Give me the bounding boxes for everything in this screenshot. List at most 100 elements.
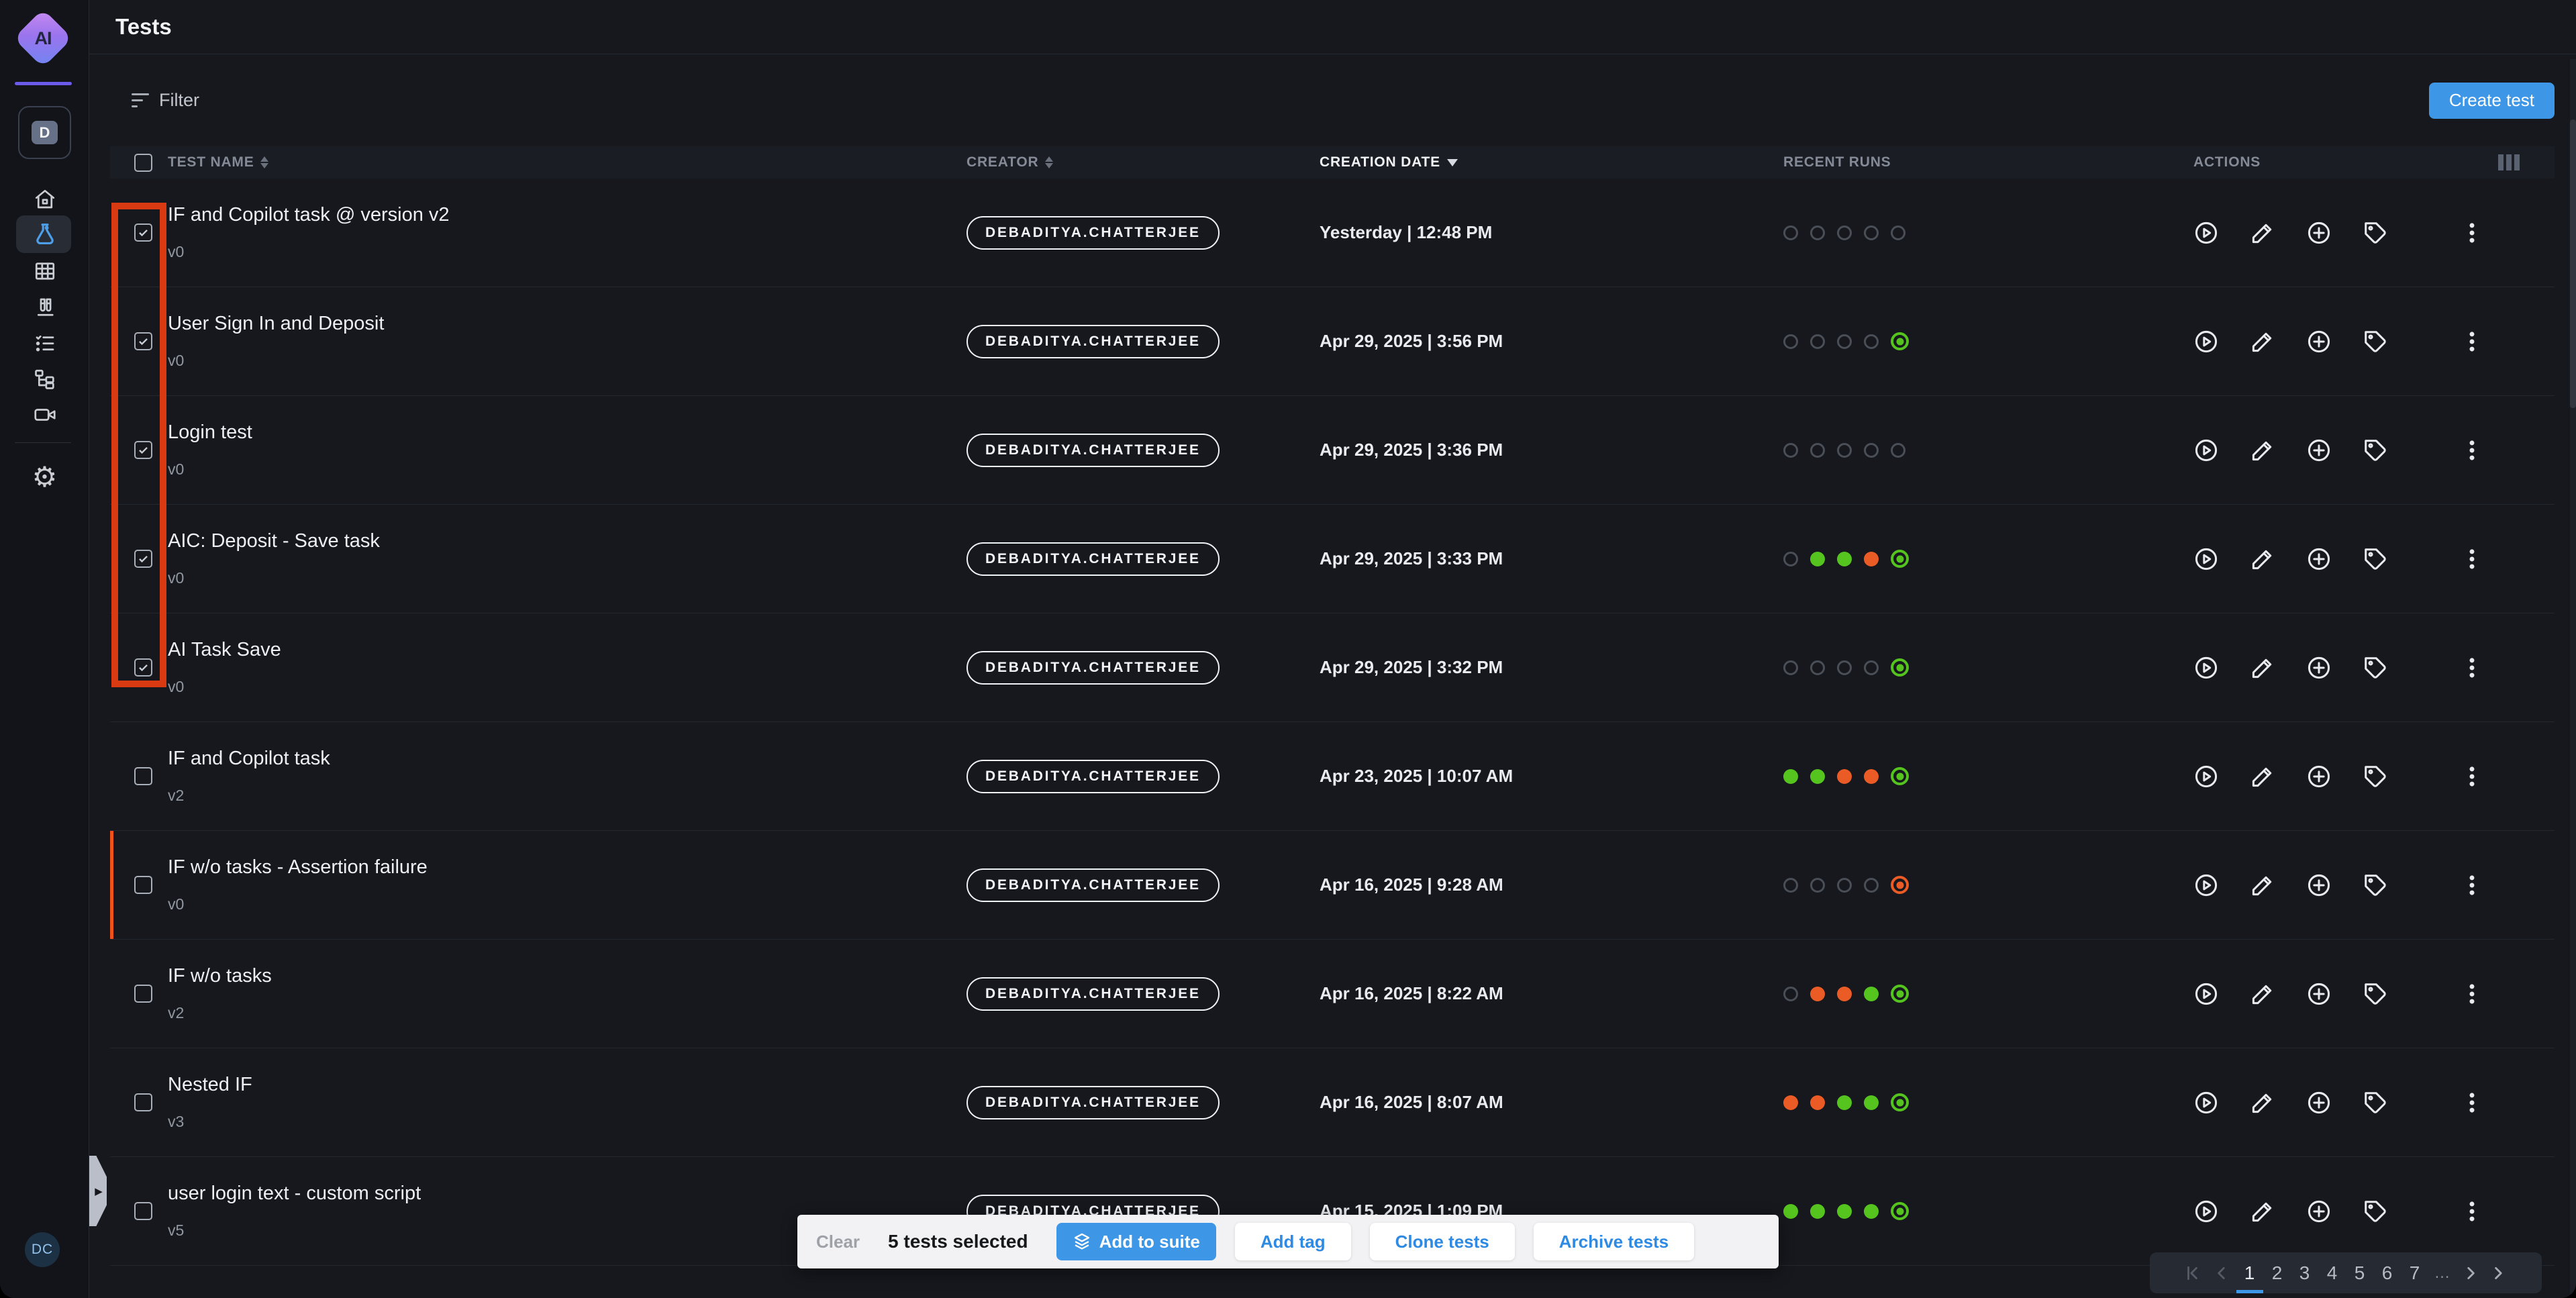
tag-row-button[interactable] [2363, 981, 2388, 1007]
row-checkbox[interactable] [134, 876, 152, 894]
edit-test-button[interactable] [2250, 981, 2275, 1007]
add-to-suite-row-button[interactable] [2306, 438, 2332, 463]
row-checkbox[interactable] [134, 223, 152, 242]
column-header-creator[interactable]: CREATOR [967, 154, 1302, 170]
add-to-suite-row-button[interactable] [2306, 1199, 2332, 1224]
test-name[interactable]: IF and Copilot task @ version v2 [168, 204, 967, 226]
pagination-first-button[interactable] [2183, 1252, 2203, 1293]
sidebar-item-home[interactable] [0, 185, 89, 214]
app-logo[interactable]: AI [13, 9, 72, 68]
row-more-menu-button[interactable] [2459, 764, 2485, 789]
test-name[interactable]: User Sign In and Deposit [168, 313, 967, 335]
edit-test-button[interactable] [2250, 220, 2275, 246]
run-dot-latest-pass[interactable] [1891, 332, 1909, 350]
edit-test-button[interactable] [2250, 655, 2275, 681]
scrollbar-thumb[interactable] [2570, 119, 2576, 408]
table-row[interactable]: IF and Copilot task v2 DEBADITYA.CHATTER… [110, 722, 2555, 831]
add-to-suite-row-button[interactable] [2306, 329, 2332, 354]
run-test-button[interactable] [2193, 872, 2219, 898]
run-dot-none[interactable] [1783, 443, 1798, 458]
run-dot-fail[interactable] [1783, 1095, 1798, 1110]
run-dot-latest-pass[interactable] [1891, 658, 1909, 677]
pagination-last-button[interactable] [2489, 1252, 2510, 1293]
column-header-creation-date[interactable]: CREATION DATE [1302, 154, 1783, 170]
table-row[interactable]: AIC: Deposit - Save task v0 DEBADITYA.CH… [110, 505, 2555, 613]
run-dot-none[interactable] [1864, 878, 1879, 893]
tag-row-button[interactable] [2363, 764, 2388, 789]
run-dot-none[interactable] [1783, 660, 1798, 675]
pagination-page-7[interactable]: 7 [2406, 1252, 2424, 1293]
run-dot-none[interactable] [1810, 660, 1825, 675]
run-dot-fail[interactable] [1864, 552, 1879, 566]
run-dot-fail[interactable] [1837, 769, 1852, 784]
sidebar-item-recordings[interactable] [0, 400, 89, 430]
sidebar-item-workflows[interactable] [0, 364, 89, 394]
column-settings-icon[interactable] [2498, 154, 2520, 170]
run-test-button[interactable] [2193, 438, 2219, 463]
test-name[interactable]: AIC: Deposit - Save task [168, 530, 967, 552]
run-dot-none[interactable] [1783, 226, 1798, 240]
sidebar-item-tests[interactable] [0, 219, 89, 249]
row-more-menu-button[interactable] [2459, 220, 2485, 246]
sidebar-item-runs-list[interactable] [0, 328, 89, 358]
table-row[interactable]: User Sign In and Deposit v0 DEBADITYA.CH… [110, 287, 2555, 396]
run-dot-none[interactable] [1810, 878, 1825, 893]
add-to-suite-row-button[interactable] [2306, 1090, 2332, 1115]
run-dot-none[interactable] [1891, 443, 1905, 458]
run-dot-pass[interactable] [1864, 987, 1879, 1001]
sidebar-item-settings[interactable]: ⚙ [0, 462, 89, 493]
scrollbar-track[interactable] [2570, 59, 2576, 1294]
pagination-page-1[interactable]: 1 [2240, 1252, 2259, 1293]
edit-test-button[interactable] [2250, 1090, 2275, 1115]
add-tag-button[interactable]: Add tag [1235, 1223, 1351, 1260]
run-dot-latest-pass[interactable] [1891, 1202, 1909, 1220]
tag-row-button[interactable] [2363, 655, 2388, 681]
run-test-button[interactable] [2193, 655, 2219, 681]
tag-row-button[interactable] [2363, 220, 2388, 246]
add-to-suite-row-button[interactable] [2306, 546, 2332, 572]
run-dot-fail[interactable] [1864, 769, 1879, 784]
run-test-button[interactable] [2193, 220, 2219, 246]
pagination-page-4[interactable]: 4 [2323, 1252, 2342, 1293]
column-header-test-name[interactable]: TEST NAME [168, 154, 967, 170]
add-to-suite-row-button[interactable] [2306, 872, 2332, 898]
row-checkbox[interactable] [134, 767, 152, 785]
run-dot-none[interactable] [1810, 334, 1825, 349]
row-checkbox[interactable] [134, 1202, 152, 1220]
sidebar-item-test-suites[interactable] [0, 293, 89, 322]
edit-test-button[interactable] [2250, 329, 2275, 354]
run-dot-none[interactable] [1864, 443, 1879, 458]
add-to-suite-row-button[interactable] [2306, 655, 2332, 681]
add-to-suite-button[interactable]: Add to suite [1056, 1223, 1216, 1260]
table-row[interactable]: Login test v0 DEBADITYA.CHATTERJEE Apr 2… [110, 396, 2555, 505]
edit-test-button[interactable] [2250, 438, 2275, 463]
test-name[interactable]: IF w/o tasks - Assertion failure [168, 856, 967, 879]
edit-test-button[interactable] [2250, 546, 2275, 572]
pagination-page-6[interactable]: 6 [2378, 1252, 2397, 1293]
run-test-button[interactable] [2193, 1199, 2219, 1224]
run-dot-none[interactable] [1783, 878, 1798, 893]
add-to-suite-row-button[interactable] [2306, 764, 2332, 789]
run-dot-none[interactable] [1837, 334, 1852, 349]
user-avatar[interactable]: DC [25, 1232, 60, 1267]
archive-tests-button[interactable]: Archive tests [1534, 1223, 1694, 1260]
run-dot-latest-pass[interactable] [1891, 1093, 1909, 1111]
run-dot-pass[interactable] [1783, 769, 1798, 784]
run-dot-none[interactable] [1864, 660, 1879, 675]
tag-row-button[interactable] [2363, 872, 2388, 898]
run-dot-none[interactable] [1864, 226, 1879, 240]
run-dot-none[interactable] [1783, 552, 1798, 566]
run-dot-none[interactable] [1783, 334, 1798, 349]
test-name[interactable]: IF and Copilot task [168, 748, 967, 770]
run-dot-fail[interactable] [1837, 987, 1852, 1001]
select-all-checkbox[interactable] [134, 154, 152, 172]
edit-test-button[interactable] [2250, 872, 2275, 898]
run-dot-none[interactable] [1810, 443, 1825, 458]
tag-row-button[interactable] [2363, 1199, 2388, 1224]
run-dot-pass[interactable] [1837, 552, 1852, 566]
run-dot-none[interactable] [1837, 878, 1852, 893]
test-name[interactable]: user login text - custom script [168, 1183, 967, 1205]
run-dot-pass[interactable] [1837, 1204, 1852, 1219]
run-test-button[interactable] [2193, 764, 2219, 789]
row-more-menu-button[interactable] [2459, 655, 2485, 681]
